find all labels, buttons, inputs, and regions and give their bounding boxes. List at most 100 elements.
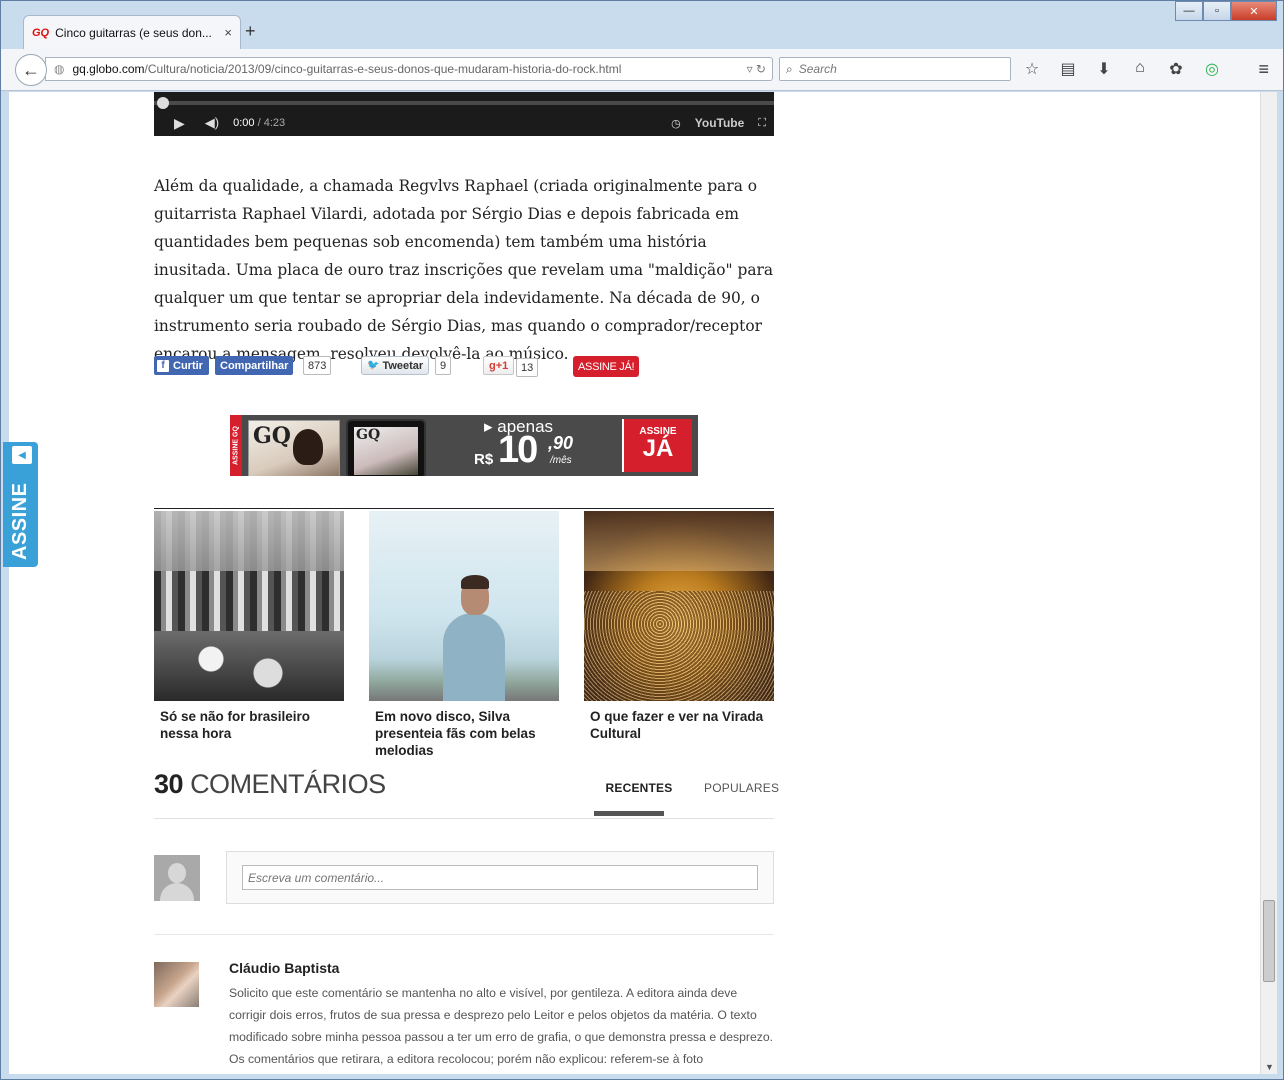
related-card[interactable]: Só se não for brasileiro nessa hora — [154, 511, 344, 742]
article-paragraph: Além da qualidade, a chamada Regvlvs Rap… — [154, 177, 774, 363]
search-icon: ⌕ — [786, 61, 793, 76]
banner-price: ▸ apenas R$ 10 ,90 /mês — [470, 415, 620, 476]
side-tab-arrow-icon[interactable]: ◀ — [12, 446, 32, 464]
comments-separator — [154, 934, 774, 935]
browser-window: GQ Cinco guitarras (e seus don... × + — … — [0, 0, 1284, 1080]
reload-icon[interactable]: ▿ ↻ — [747, 62, 766, 76]
facebook-share-button[interactable]: Compartilhar — [215, 356, 294, 375]
magazine-logo: GQ — [253, 423, 291, 449]
youtube-logo[interactable]: YouTube — [695, 116, 745, 130]
tab-title: Cinco guitarras (e seus don... — [55, 25, 212, 40]
home-icon[interactable]: ⌂ — [1129, 59, 1151, 79]
browser-tab[interactable]: GQ Cinco guitarras (e seus don... × — [23, 15, 241, 49]
video-player[interactable]: ▶ ◀) 0:00 / 4:23 ◷ YouTube ⛶ — [154, 92, 774, 136]
related-card[interactable]: Em novo disco, Silva presenteia fãs com … — [369, 511, 559, 759]
title-bar: GQ Cinco guitarras (e seus don... × + — … — [1, 1, 1283, 49]
tab-recentes[interactable]: RECENTES — [604, 781, 674, 795]
video-controls: ▶ ◀) 0:00 / 4:23 ◷ YouTube ⛶ — [154, 112, 774, 134]
photo-hair — [461, 575, 489, 589]
related-image-crowd-photo[interactable] — [584, 511, 774, 701]
bookmark-star-icon[interactable]: ☆ — [1021, 59, 1043, 79]
video-scrub-handle[interactable] — [157, 97, 169, 109]
tweet-label: Tweetar — [382, 359, 424, 372]
new-tab-button[interactable]: + — [245, 21, 256, 42]
related-title[interactable]: Só se não for brasileiro nessa hora — [154, 701, 344, 742]
video-current-time: 0:00 — [233, 117, 255, 129]
banner-price-cents: ,90 — [548, 433, 574, 453]
related-title[interactable]: Em novo disco, Silva presenteia fãs com … — [369, 701, 559, 759]
comments-header: 30 COMENTÁRIOS RECENTES POPULARES — [154, 769, 779, 819]
commenter-avatar[interactable] — [154, 962, 199, 1007]
minimize-button[interactable]: — — [1175, 1, 1203, 21]
tweet-count: 9 — [435, 356, 452, 375]
toolbar-icons: ☆ ▤ ⬇ ⌂ ✿ ◎ — [1021, 59, 1223, 79]
scroll-down-icon[interactable]: ▼ — [1265, 1062, 1274, 1072]
banner-price-integer: 10 — [498, 429, 538, 471]
subscribe-button[interactable]: ASSINE JÁ! — [573, 356, 640, 377]
search-input[interactable]: ⌕ Search — [779, 57, 1011, 81]
facebook-icon: f — [157, 359, 169, 372]
comments-label: COMENTÁRIOS — [190, 769, 386, 799]
tab-populares[interactable]: POPULARES — [704, 781, 779, 795]
avatar-body — [160, 883, 194, 901]
cover-model-image — [293, 429, 323, 465]
facebook-share-count: 873 — [303, 356, 332, 375]
page-scrollbar[interactable]: ▼ — [1260, 92, 1277, 1074]
subscription-banner-ad[interactable]: ASSINE GQ GQ GQ ▸ apenas R$ 10 ,90 /mês … — [230, 415, 698, 476]
video-progress-bar[interactable] — [154, 101, 774, 105]
extension-icon[interactable]: ✿ — [1165, 59, 1187, 79]
google-plus-button[interactable]: g +1 — [483, 356, 515, 375]
google-plus-count: 13 — [516, 358, 539, 377]
comments-count: 30 — [154, 769, 184, 799]
watch-later-icon[interactable]: ◷ — [671, 117, 681, 130]
address-bar[interactable]: ◍ gq.globo.com/Cultura/noticia/2013/09/c… — [45, 57, 773, 81]
tablet-image: GQ — [346, 419, 426, 476]
related-title[interactable]: O que fazer e ver na Virada Cultural — [584, 701, 774, 742]
facebook-like-label: Curtir — [173, 359, 203, 372]
search-placeholder: Search — [798, 62, 837, 76]
comment-text: Solicito que este comentário se mantenha… — [229, 986, 774, 1066]
google-plus-label: +1 — [495, 359, 509, 372]
gq-favicon-icon: GQ — [32, 26, 50, 39]
scrollbar-thumb[interactable] — [1263, 900, 1275, 982]
banner-per-month: /mês — [550, 455, 572, 466]
volume-icon[interactable]: ◀) — [205, 115, 219, 131]
section-divider — [154, 508, 774, 509]
share-bar: f Curtir Compartilhar 873 🐦 Tweetar 9 g +1 … — [154, 355, 779, 377]
related-card[interactable]: O que fazer e ver na Virada Cultural — [584, 511, 774, 742]
facebook-like-button[interactable]: f Curtir — [154, 356, 209, 375]
bookmarks-list-icon[interactable]: ▤ — [1057, 59, 1079, 79]
play-icon[interactable]: ▶ — [174, 115, 185, 132]
video-duration: / 4:23 — [257, 117, 286, 129]
related-articles: Só se não for brasileiro nessa hora Em n… — [154, 511, 779, 761]
comment-author[interactable]: Cláudio Baptista — [229, 960, 339, 976]
url-path: /Cultura/noticia/2013/09/cinco-guitarras… — [144, 62, 622, 76]
banner-currency: R$ — [474, 451, 494, 468]
related-image-band-photo[interactable] — [154, 511, 344, 701]
page-viewport: ▶ ◀) 0:00 / 4:23 ◷ YouTube ⛶ Além da qua… — [9, 92, 1277, 1074]
related-image-singer-photo[interactable] — [369, 511, 559, 701]
maximize-button[interactable]: ▫ — [1203, 1, 1231, 21]
assine-side-tab[interactable]: ◀ ASSINE — [3, 442, 38, 567]
grammarly-icon[interactable]: ◎ — [1201, 59, 1223, 79]
back-button[interactable]: ← — [15, 54, 47, 86]
google-plus-icon: g — [489, 359, 496, 372]
banner-side-strip: ASSINE GQ — [230, 415, 242, 476]
magazine-cover-image: GQ — [248, 420, 340, 476]
user-avatar-placeholder — [154, 855, 200, 901]
tab-close-icon[interactable]: × — [224, 25, 232, 40]
window-controls: — ▫ ✕ — [1175, 1, 1277, 21]
fullscreen-icon[interactable]: ⛶ — [758, 117, 766, 130]
side-tab-label: ASSINE — [9, 482, 31, 560]
active-tab-indicator — [594, 811, 664, 816]
download-icon[interactable]: ⬇ — [1093, 59, 1115, 79]
comment-compose-box — [226, 851, 774, 904]
tweet-button[interactable]: 🐦 Tweetar — [361, 356, 430, 375]
menu-icon[interactable]: ≡ — [1258, 59, 1269, 80]
avatar-head — [168, 863, 186, 883]
close-window-button[interactable]: ✕ — [1231, 1, 1277, 21]
globe-icon: ◍ — [54, 62, 65, 76]
comment-input[interactable] — [242, 865, 758, 890]
twitter-bird-icon: 🐦 — [367, 360, 380, 371]
banner-cta[interactable]: ASSINE JÁ — [622, 419, 692, 472]
